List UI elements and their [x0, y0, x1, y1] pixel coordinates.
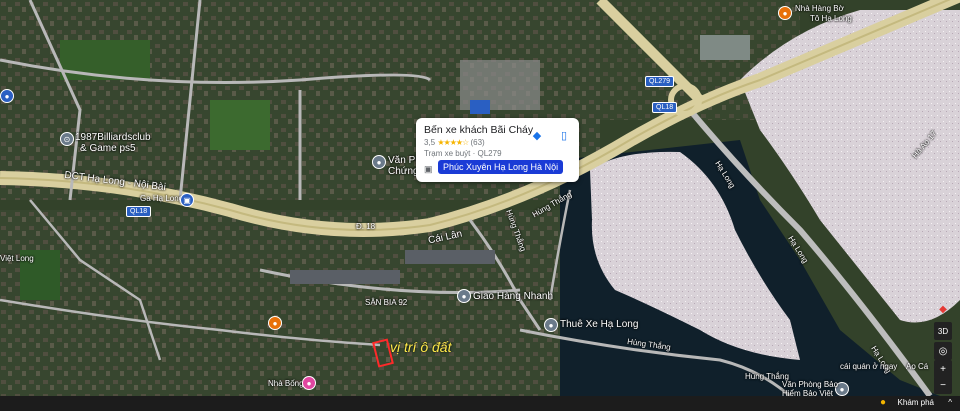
label-billiards-2[interactable]: & Game ps5 — [80, 143, 136, 154]
place-title[interactable]: Bến xe khách Bãi Cháy — [424, 124, 533, 136]
restaurant-pin-icon[interactable]: ● — [778, 6, 792, 20]
office-pin-icon[interactable]: ● — [372, 155, 386, 169]
pegman-icon[interactable]: ● — [880, 397, 886, 408]
billiards-pin-icon[interactable]: ⊙ — [60, 132, 74, 146]
rating-value: 3,5 — [424, 138, 436, 147]
place-type: Trạm xe buýt · QL279 — [424, 149, 502, 158]
shop-pin-icon[interactable]: ● — [302, 376, 316, 390]
label-ao-ca[interactable]: Ao Cá — [906, 362, 928, 371]
label-nha-hang-2[interactable]: Tô Hạ Long — [810, 14, 852, 23]
locate-icon[interactable]: ◎ — [934, 342, 952, 360]
train-station-icon[interactable]: ▣ — [180, 193, 194, 207]
label-billiards[interactable]: 1987Billiardsclub — [75, 132, 151, 143]
plot-annotation: vị trí ô đất — [390, 339, 452, 355]
caret-up-icon[interactable]: ^ — [948, 398, 952, 407]
rating-stars: ★★★★☆ — [437, 138, 469, 147]
label-giao-hang[interactable]: Giao Hàng Nhanh — [473, 291, 553, 302]
bottom-bar: ● Khám phá ^ — [0, 396, 960, 411]
label-van-phong-bao-1[interactable]: Văn Phòng Bảo — [782, 380, 838, 389]
label-nha-hang-1[interactable]: Nhà Hàng Bờ — [795, 4, 844, 13]
route-shield-ql18-b: QL18 — [652, 102, 678, 113]
label-viet-long[interactable]: Việt Long — [0, 254, 34, 263]
directions-icon[interactable]: ◆ — [528, 126, 546, 144]
bookmark-icon[interactable]: ▯ — [555, 126, 573, 144]
label-cai-quan[interactable]: cái quán ở ngay — [840, 362, 897, 371]
route-shield-ql18-a: QL18 — [126, 206, 152, 217]
route-chip[interactable]: Phúc Xuyên Hạ Long Hà Nội — [438, 160, 564, 174]
three-d-toggle[interactable]: 3D — [934, 322, 952, 340]
rating-count: (63) — [470, 138, 485, 147]
label-thue-xe[interactable]: Thuê Xe Hạ Long — [560, 319, 638, 330]
food-pin-icon[interactable]: ● — [268, 316, 282, 330]
label-chung[interactable]: Chứng — [388, 166, 419, 177]
explore-button[interactable]: Khám phá — [898, 398, 934, 407]
label-nha-bong[interactable]: Nhà Bống — [268, 379, 304, 388]
zoom-out-button[interactable]: − — [934, 376, 952, 394]
label-d18: Đ. 18 — [356, 222, 376, 231]
bus-icon: ▣ — [424, 164, 433, 174]
place-rating: 3,5 ★★★★☆ (63) — [424, 138, 485, 147]
delivery-pin-icon[interactable]: ● — [457, 289, 471, 303]
place-card[interactable]: Bến xe khách Bãi Cháy 3,5 ★★★★☆ (63) Trạ… — [416, 118, 579, 182]
compass-icon[interactable]: ◆ — [934, 300, 952, 318]
label-san-bia[interactable]: SÂN BIA 92 — [365, 298, 407, 307]
bus-stop-icon[interactable]: ● — [0, 89, 14, 103]
car-rental-pin-icon[interactable]: ● — [544, 318, 558, 332]
route-shield-ql279: QL279 — [645, 76, 675, 87]
label-ga-ha-long[interactable]: Ga Hạ Long — [140, 194, 183, 203]
